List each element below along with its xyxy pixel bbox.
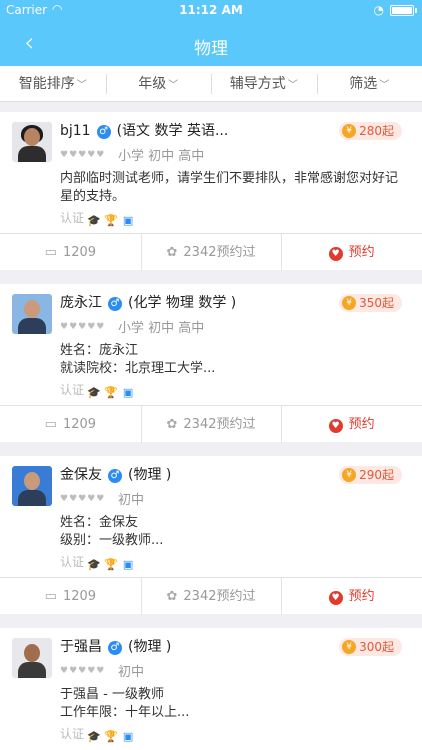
certification: 认证 🎓 🏆 ▣ — [60, 383, 134, 399]
comments-button[interactable]: ▭ 1209 — [0, 406, 141, 442]
teacher-intro: 姓名：金保友 级别：一级教师... — [60, 515, 164, 548]
book-button[interactable]: ♥ 预约 — [281, 406, 422, 443]
booked-icon: ✿ — [166, 245, 178, 260]
comment-icon: ▭ — [44, 245, 57, 260]
male-icon: ♂ — [108, 641, 122, 655]
filter-grade[interactable]: 年级 ﹀ — [105, 66, 212, 101]
certification: 认证 🎓 🏆 ▣ — [60, 727, 134, 743]
booked-count: ✿ 2342预约过 — [140, 578, 282, 615]
id-card-icon: ▣ — [122, 214, 134, 227]
comments-button[interactable]: ▭ 1209 — [0, 578, 141, 614]
teacher-name: 庞永江 — [60, 295, 102, 311]
comment-icon: ▭ — [44, 589, 57, 604]
teacher-grades: 初中 — [118, 665, 145, 680]
chevron-down-icon: ﹀ — [379, 80, 390, 91]
status-time: 11:12 AM — [179, 3, 243, 17]
id-card-icon: ▣ — [122, 386, 134, 399]
teacher-grades: 初中 — [118, 493, 145, 508]
graduation-cap-icon: 🎓 — [87, 386, 101, 399]
teacher-subjects: (物理 ) — [128, 467, 172, 483]
male-icon: ♂ — [96, 125, 111, 139]
trophy-icon: 🏆 — [104, 386, 118, 399]
battery-icon — [390, 5, 414, 16]
rating-stars: ♥♥♥♥♥ — [60, 494, 106, 504]
teacher-subjects: (化学 物理 数学 ) — [128, 295, 237, 311]
teacher-grades: 小学 初中 高中 — [118, 321, 205, 336]
avatar — [12, 466, 52, 506]
heart-icon: ♥ — [328, 419, 343, 433]
status-bar: Carrier ◠ 11:12 AM ◔ — [0, 0, 422, 22]
book-button[interactable]: ♥ 预约 — [281, 578, 422, 615]
yuan-icon: ¥ — [342, 468, 357, 482]
chevron-down-icon: ﹀ — [168, 80, 179, 91]
teacher-intro: 内部临时测试老师，请学生们不要排队，非常感谢您对好记 星的支持。 — [60, 171, 399, 204]
price-badge: ¥300起 — [339, 638, 402, 656]
chevron-down-icon: ﹀ — [287, 80, 298, 91]
teacher-grades: 小学 初中 高中 — [118, 149, 205, 164]
comment-icon: ▭ — [44, 417, 57, 432]
teacher-subjects: (语文 数学 英语... — [116, 123, 229, 139]
avatar — [12, 638, 52, 678]
yuan-icon: ¥ — [342, 296, 357, 310]
chevron-down-icon: ﹀ — [76, 80, 87, 91]
teacher-name: 金保友 — [60, 467, 102, 483]
booked-count: ✿ 2342预约过 — [140, 234, 282, 271]
filter-sort[interactable]: 智能排序 ﹀ — [0, 66, 106, 101]
teacher-card[interactable]: 庞永江 ♂ (化学 物理 数学 ) ¥350起 ♥♥♥♥♥ 小学 初中 高中 姓名：… — [0, 284, 422, 443]
orientation-lock-icon: ◔ — [373, 3, 384, 17]
book-button[interactable]: ♥ 预约 — [281, 234, 422, 271]
teacher-intro: 于强昌 - 一级教师 工作年限：十年以上... — [60, 687, 190, 720]
graduation-cap-icon: 🎓 — [87, 730, 101, 743]
yuan-icon: ¥ — [342, 124, 357, 138]
booked-icon: ✿ — [166, 417, 178, 432]
rating-stars: ♥♥♥♥♥ — [60, 322, 106, 332]
male-icon: ♂ — [108, 297, 122, 311]
teacher-card[interactable]: bj11 ♂ (语文 数学 英语... ¥280起 ♥♥♥♥♥ 小学 初中 高中 内… — [0, 112, 422, 271]
card-actions: ▭ 1209 ✿ 2342预约过 ♥ 预约 — [0, 233, 422, 271]
nav-bar: ‹ 物理 — [0, 22, 422, 66]
rating-stars: ♥♥♥♥♥ — [60, 150, 106, 160]
graduation-cap-icon: 🎓 — [87, 214, 101, 227]
price-badge: ¥290起 — [339, 466, 402, 484]
id-card-icon: ▣ — [122, 558, 134, 571]
graduation-cap-icon: 🎓 — [87, 558, 101, 571]
price-badge: ¥350起 — [339, 294, 402, 312]
teacher-card[interactable]: 于强昌 ♂ (物理 ) ¥300起 ♥♥♥♥♥ 初中 于强昌 - 一级教师 工作年限… — [0, 628, 422, 750]
id-card-icon: ▣ — [122, 730, 134, 743]
booked-count: ✿ 2342预约过 — [140, 406, 282, 443]
certification: 认证 🎓 🏆 ▣ — [60, 211, 134, 227]
trophy-icon: 🏆 — [104, 214, 118, 227]
teacher-name: bj11 — [60, 123, 91, 139]
booked-icon: ✿ — [166, 589, 178, 604]
teacher-subjects: (物理 ) — [128, 639, 172, 655]
avatar — [12, 294, 52, 334]
trophy-icon: 🏆 — [104, 730, 118, 743]
filter-more[interactable]: 筛选 ﹀ — [316, 66, 422, 101]
heart-icon: ♥ — [328, 247, 343, 261]
filter-bar: 智能排序 ﹀ 年级 ﹀ 辅导方式 ﹀ 筛选 ﹀ — [0, 66, 422, 102]
male-icon: ♂ — [108, 469, 122, 483]
comments-button[interactable]: ▭ 1209 — [0, 234, 141, 270]
rating-stars: ♥♥♥♥♥ — [60, 666, 106, 676]
teacher-name: 于强昌 — [60, 639, 102, 655]
yuan-icon: ¥ — [342, 640, 357, 654]
avatar — [12, 122, 52, 162]
page-title: 物理 — [194, 39, 228, 59]
filter-mode[interactable]: 辅导方式 ﹀ — [211, 66, 317, 101]
teacher-intro: 姓名：庞永江 就读院校：北京理工大学... — [60, 343, 216, 376]
card-actions: ▭ 1209 ✿ 2342预约过 ♥ 预约 — [0, 405, 422, 443]
teacher-card[interactable]: 金保友 ♂ (物理 ) ¥290起 ♥♥♥♥♥ 初中 姓名：金保友 级别：一级教师.… — [0, 456, 422, 615]
price-badge: ¥280起 — [339, 122, 402, 140]
heart-icon: ♥ — [328, 591, 343, 605]
card-actions: ▭ 1209 ✿ 2342预约过 ♥ 预约 — [0, 577, 422, 615]
certification: 认证 🎓 🏆 ▣ — [60, 555, 134, 571]
trophy-icon: 🏆 — [104, 558, 118, 571]
